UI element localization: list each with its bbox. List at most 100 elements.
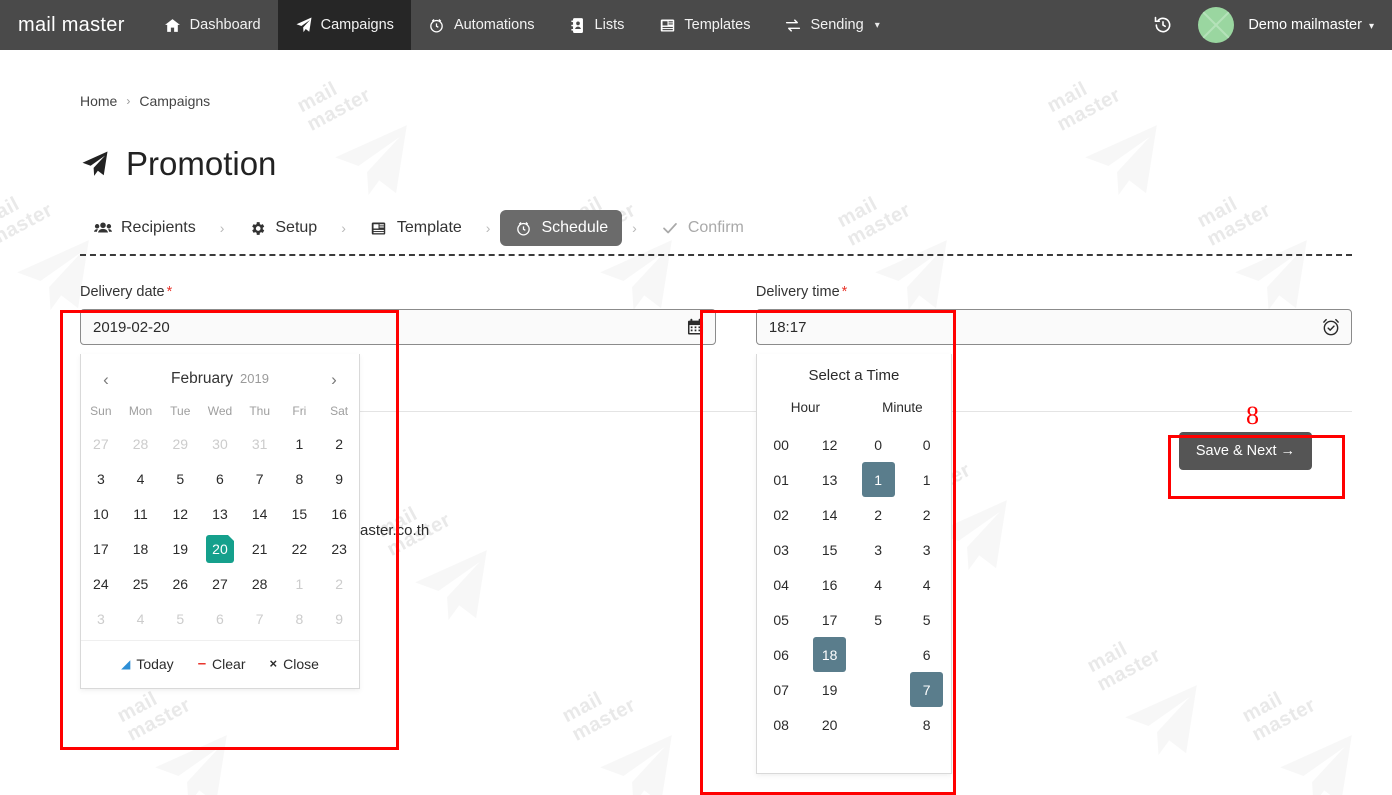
nav-item-dashboard[interactable]: Dashboard bbox=[147, 0, 278, 50]
datepicker-day-cell[interactable]: 22 bbox=[280, 531, 320, 566]
hour-option[interactable]: 17 bbox=[813, 602, 846, 637]
datepicker-day[interactable]: 16 bbox=[325, 500, 353, 528]
step-recipients[interactable]: Recipients bbox=[80, 210, 210, 246]
datepicker-day-cell[interactable]: 4 bbox=[121, 461, 161, 496]
datepicker-day-cell[interactable]: 19 bbox=[160, 531, 200, 566]
datepicker-day-cell[interactable]: 10 bbox=[81, 496, 121, 531]
minute-ones-option[interactable]: 2 bbox=[910, 497, 943, 532]
datepicker-day[interactable]: 15 bbox=[285, 500, 313, 528]
minute-ones-option[interactable]: 6 bbox=[910, 637, 943, 672]
minute-ones-option[interactable]: 4 bbox=[910, 567, 943, 602]
minute-ones-option[interactable]: 3 bbox=[910, 532, 943, 567]
nav-item-lists[interactable]: Lists bbox=[552, 0, 642, 50]
hour-option[interactable]: 16 bbox=[813, 567, 846, 602]
datepicker-day-cell[interactable]: 6 bbox=[200, 461, 240, 496]
datepicker-day-cell[interactable]: 17 bbox=[81, 531, 121, 566]
datepicker-day[interactable]: 26 bbox=[166, 570, 194, 598]
minute-tens-option[interactable]: 0 bbox=[862, 427, 895, 462]
datepicker-day[interactable]: 7 bbox=[246, 465, 274, 493]
hour-option[interactable]: 06 bbox=[765, 637, 798, 672]
datepicker-day[interactable]: 10 bbox=[87, 500, 115, 528]
calendar-icon[interactable] bbox=[686, 318, 705, 337]
hour-option-selected[interactable]: 18 bbox=[813, 637, 847, 672]
nav-item-campaigns[interactable]: Campaigns bbox=[277, 0, 411, 50]
datepicker-day-cell[interactable]: 24 bbox=[81, 566, 121, 601]
user-menu[interactable]: Demo mailmaster ▾ bbox=[1248, 17, 1374, 33]
datepicker-day-cell[interactable]: 11 bbox=[121, 496, 161, 531]
breadcrumb-campaigns[interactable]: Campaigns bbox=[139, 93, 210, 109]
datepicker-day-cell[interactable]: 9 bbox=[319, 461, 359, 496]
delivery-time-input[interactable] bbox=[755, 309, 1352, 345]
datepicker-day-cell[interactable]: 21 bbox=[240, 531, 280, 566]
datepicker-day[interactable]: 28 bbox=[246, 570, 274, 598]
datepicker-day-cell[interactable]: 13 bbox=[200, 496, 240, 531]
hour-option[interactable]: 03 bbox=[765, 532, 798, 567]
hour-option[interactable]: 14 bbox=[813, 497, 846, 532]
datepicker-day-cell[interactable]: 2 bbox=[319, 426, 359, 461]
datepicker-clear-button[interactable]: – Clear bbox=[198, 655, 246, 672]
hour-option[interactable]: 15 bbox=[813, 532, 846, 567]
datepicker-day-cell[interactable]: 23 bbox=[319, 531, 359, 566]
hour-option[interactable]: 07 bbox=[765, 672, 798, 707]
datepicker-day-cell[interactable]: 1 bbox=[280, 426, 320, 461]
datepicker-day-cell[interactable]: 26 bbox=[160, 566, 200, 601]
brand-logo[interactable]: mail master bbox=[0, 0, 147, 50]
minute-tens-option[interactable]: 2 bbox=[862, 497, 895, 532]
datepicker-day[interactable]: 13 bbox=[206, 500, 234, 528]
datepicker-day[interactable]: 18 bbox=[127, 535, 155, 563]
minute-tens-option[interactable]: 4 bbox=[862, 567, 895, 602]
datepicker-day[interactable]: 21 bbox=[246, 535, 274, 563]
datepicker-day[interactable]: 23 bbox=[325, 535, 353, 563]
hour-option[interactable]: 05 bbox=[765, 602, 798, 637]
datepicker-day[interactable]: 4 bbox=[127, 465, 155, 493]
datepicker-day-cell[interactable]: 8 bbox=[280, 461, 320, 496]
nav-item-sending[interactable]: Sending ▾ bbox=[767, 0, 896, 50]
datepicker-day-cell[interactable]: 18 bbox=[121, 531, 161, 566]
datepicker-today-button[interactable]: ◢ Today bbox=[121, 656, 174, 672]
datepicker-day[interactable]: 5 bbox=[166, 465, 194, 493]
datepicker-day[interactable]: 11 bbox=[127, 500, 155, 528]
hour-option[interactable]: 20 bbox=[813, 707, 846, 742]
minute-ones-option[interactable]: 8 bbox=[910, 707, 943, 742]
minute-ones-option[interactable]: 0 bbox=[910, 427, 943, 462]
datepicker-day[interactable]: 17 bbox=[87, 535, 115, 563]
minute-tens-option[interactable]: 5 bbox=[862, 602, 895, 637]
minute-tens-option-selected[interactable]: 1 bbox=[861, 462, 895, 497]
datepicker-day-cell[interactable]: 28 bbox=[240, 566, 280, 601]
delivery-date-input[interactable] bbox=[80, 309, 716, 345]
hour-option[interactable]: 04 bbox=[765, 567, 798, 602]
step-schedule[interactable]: Schedule bbox=[500, 210, 623, 246]
step-confirm[interactable]: Confirm bbox=[647, 210, 758, 246]
minute-ones-option[interactable]: 1 bbox=[910, 462, 943, 497]
breadcrumb-home[interactable]: Home bbox=[80, 93, 117, 109]
datepicker-day[interactable]: 2 bbox=[325, 430, 353, 458]
datepicker-day-cell[interactable]: 25 bbox=[121, 566, 161, 601]
hour-option[interactable]: 00 bbox=[765, 427, 798, 462]
hour-option[interactable]: 12 bbox=[813, 427, 846, 462]
avatar[interactable] bbox=[1198, 7, 1235, 43]
step-setup[interactable]: Setup bbox=[234, 210, 331, 246]
history-icon[interactable] bbox=[1146, 8, 1180, 42]
datepicker-day[interactable]: 8 bbox=[285, 465, 313, 493]
datepicker-day[interactable]: 1 bbox=[285, 430, 313, 458]
datepicker-day[interactable]: 24 bbox=[87, 570, 115, 598]
datepicker-day[interactable]: 25 bbox=[127, 570, 155, 598]
hour-option[interactable]: 08 bbox=[765, 707, 798, 742]
datepicker-day[interactable]: 14 bbox=[246, 500, 274, 528]
datepicker-day-cell[interactable]: 15 bbox=[280, 496, 320, 531]
datepicker-day[interactable]: 9 bbox=[325, 465, 353, 493]
nav-item-automations[interactable]: Automations bbox=[411, 0, 552, 50]
hour-option[interactable]: 01 bbox=[765, 462, 798, 497]
datepicker-day[interactable]: 12 bbox=[166, 500, 194, 528]
step-template[interactable]: Template bbox=[356, 210, 476, 246]
hour-option[interactable]: 13 bbox=[813, 462, 846, 497]
datepicker-day-cell[interactable]: 7 bbox=[240, 461, 280, 496]
save-and-next-button[interactable]: Save & Next → bbox=[1178, 432, 1312, 470]
datepicker-day-cell[interactable]: 12 bbox=[160, 496, 200, 531]
minute-ones-option-selected[interactable]: 7 bbox=[910, 672, 944, 707]
alarm-clock-icon[interactable] bbox=[1321, 317, 1341, 337]
datepicker-day[interactable]: 19 bbox=[166, 535, 194, 563]
datepicker-day[interactable]: 27 bbox=[206, 570, 234, 598]
datepicker-day-selected[interactable]: 20 bbox=[205, 534, 234, 563]
datepicker-day[interactable]: 3 bbox=[87, 465, 115, 493]
